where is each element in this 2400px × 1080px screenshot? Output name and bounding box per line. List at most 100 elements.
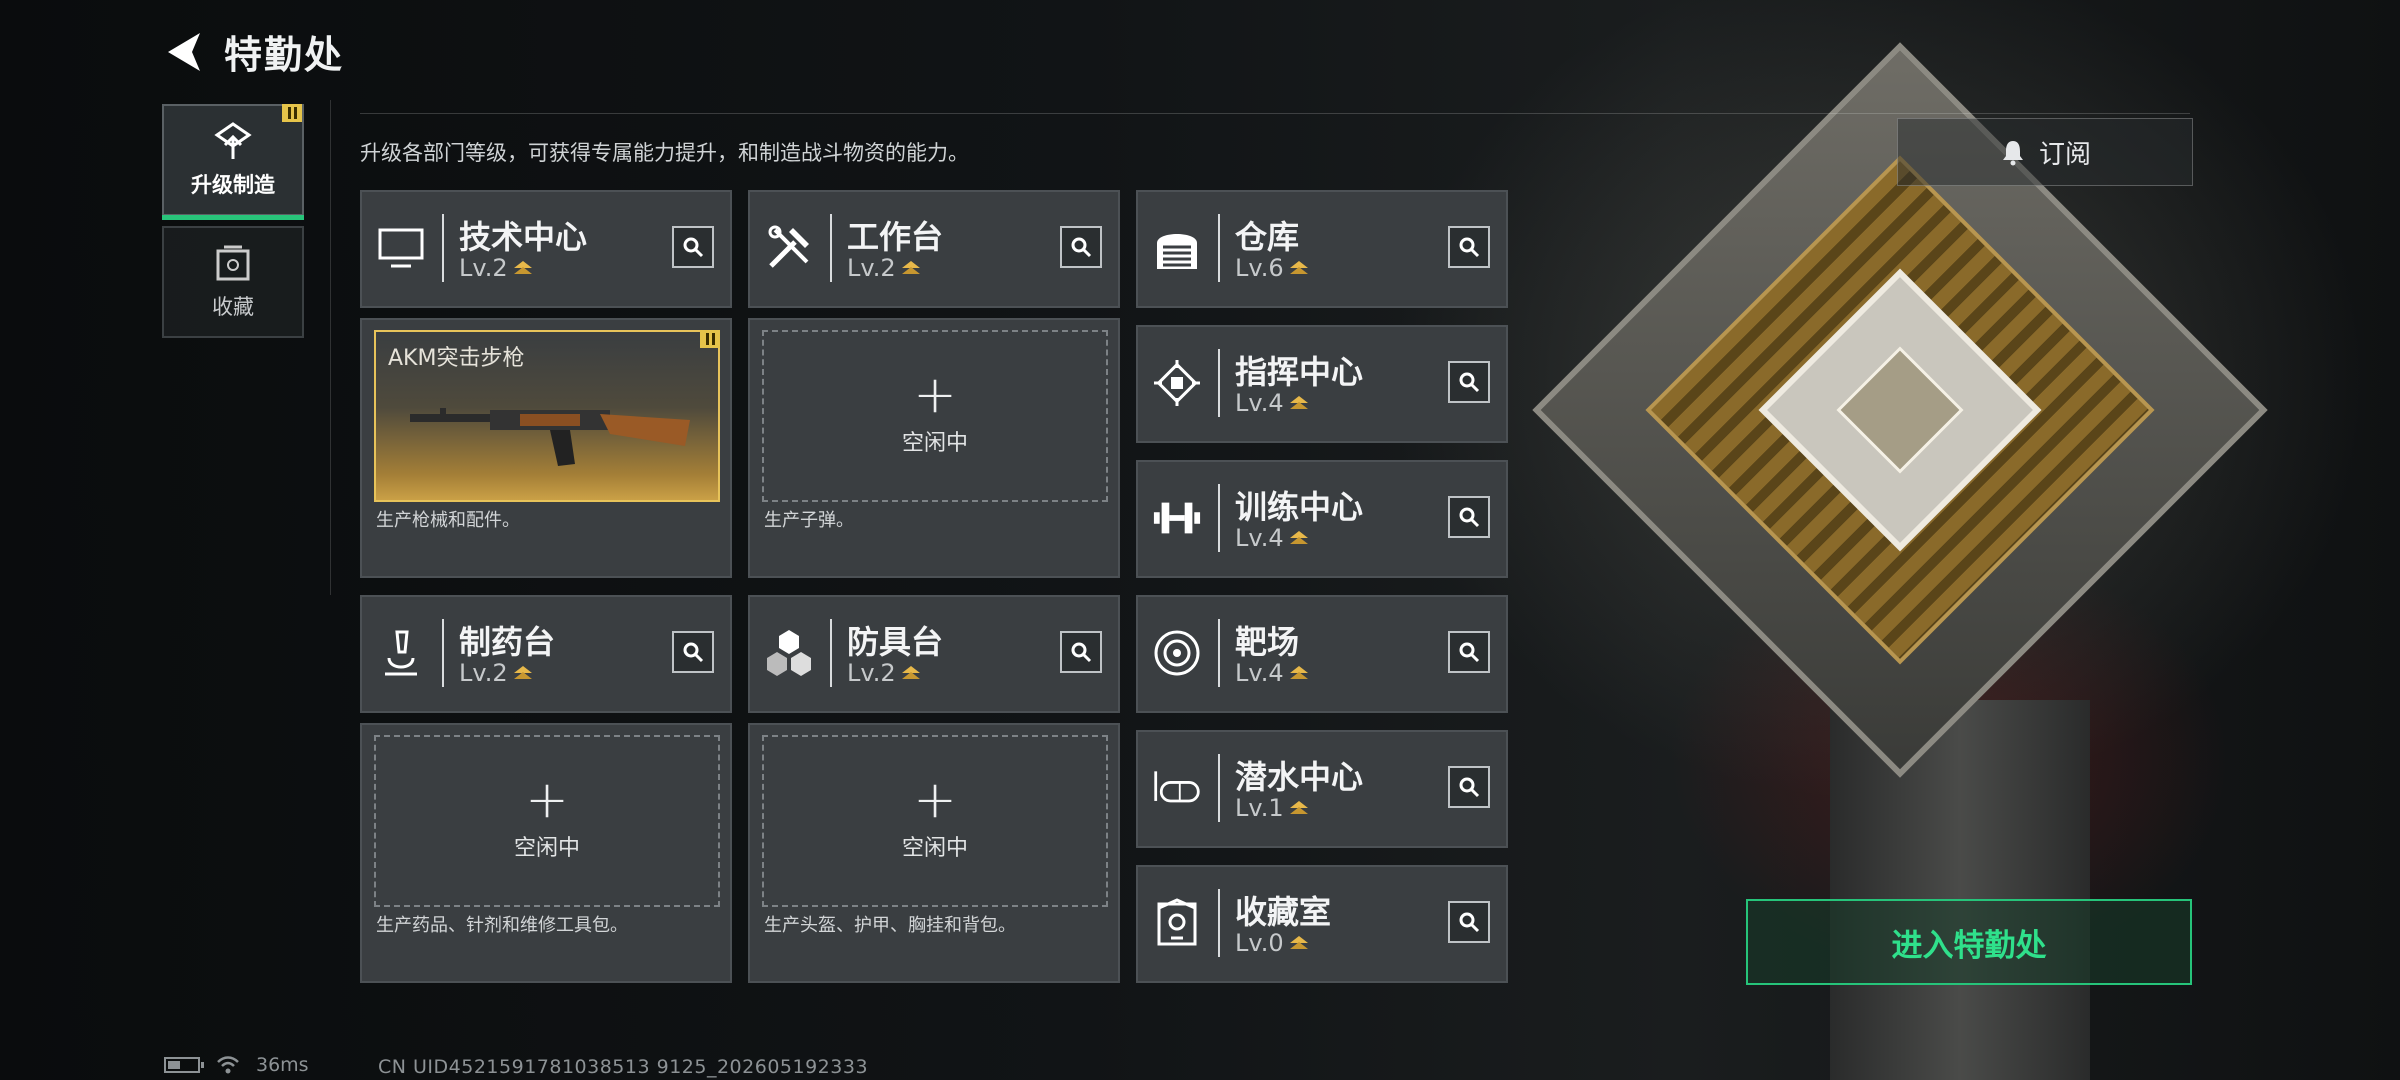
- search-icon: [1459, 372, 1480, 393]
- level-text: Lv.4: [1235, 389, 1284, 417]
- inspect-button[interactable]: [1448, 361, 1490, 403]
- divider: [360, 113, 2190, 114]
- wifi-icon: [217, 1056, 239, 1074]
- separator: [1218, 889, 1220, 957]
- department-name: 工作台: [847, 218, 944, 256]
- status-bar: 36ms: [164, 1054, 309, 1076]
- sidebar-item-label: 升级制造: [191, 173, 275, 197]
- department-card-tech[interactable]: 技术中心 Lv.2: [360, 190, 732, 308]
- level-up-icon: [1289, 666, 1308, 679]
- production-panel-workbench: + 空闲中 生产子弹。: [748, 318, 1120, 578]
- monitor-icon: [376, 218, 426, 278]
- department-level: Lv.1: [1235, 794, 1308, 822]
- department-level: Lv.4: [1235, 389, 1308, 417]
- department-level: Lv.2: [847, 254, 920, 282]
- production-panel-pharmacy: + 空闲中 生产药品、针剂和维修工具包。: [360, 723, 732, 983]
- inspect-button[interactable]: [1448, 631, 1490, 673]
- level-text: Lv.6: [1235, 254, 1284, 282]
- department-desc: 生产头盔、护甲、胸挂和背包。: [764, 915, 1016, 936]
- level-text: Lv.2: [459, 254, 508, 282]
- department-desc: 生产药品、针剂和维修工具包。: [376, 915, 628, 936]
- tools-icon: [764, 218, 814, 278]
- description-text: 升级各部门等级，可获得专属能力提升，和制造战斗物资的能力。: [360, 141, 969, 165]
- upgrade-icon: [214, 122, 252, 159]
- warehouse-icon: [1152, 218, 1202, 278]
- inspect-button[interactable]: [1448, 226, 1490, 268]
- inspect-button[interactable]: [1060, 631, 1102, 673]
- separator: [1218, 349, 1220, 417]
- level-text: Lv.4: [1235, 659, 1284, 687]
- inspect-button[interactable]: [1448, 901, 1490, 943]
- department-desc: 生产子弹。: [764, 510, 854, 531]
- hexagons-icon: [764, 623, 814, 683]
- idle-label: 空闲中: [513, 836, 580, 861]
- microscope-icon: [376, 623, 426, 683]
- department-name: 潜水中心: [1235, 758, 1364, 796]
- production-panel-tech: AKM突击步枪 生产枪械和配件。: [360, 318, 732, 578]
- battery-icon: [164, 1057, 204, 1073]
- subscribe-button[interactable]: 订阅: [1897, 118, 2193, 186]
- department-level: Lv.6: [1235, 254, 1308, 282]
- separator: [1218, 214, 1220, 282]
- department-name: 防具台: [847, 623, 944, 661]
- search-icon: [1459, 777, 1480, 798]
- plus-icon: +: [913, 365, 957, 425]
- level-up-icon: [1289, 531, 1308, 544]
- department-name: 仓库: [1235, 218, 1300, 256]
- level-up-icon: [1289, 936, 1308, 949]
- level-up-icon: [1289, 261, 1308, 274]
- notification-badge: [700, 330, 720, 348]
- collection-icon: [216, 245, 250, 281]
- sidebar-item-label: 收藏: [212, 295, 254, 319]
- department-card-armor[interactable]: 防具台 Lv.2: [748, 595, 1120, 713]
- chip-icon: [1152, 353, 1202, 413]
- production-slot-empty[interactable]: + 空闲中: [374, 735, 720, 907]
- back-arrow-icon: [168, 32, 200, 71]
- level-up-icon: [513, 261, 532, 274]
- search-icon: [1459, 237, 1480, 258]
- department-level: Lv.2: [459, 254, 532, 282]
- department-card-training[interactable]: 训练中心 Lv.4: [1136, 460, 1508, 578]
- sidebar-item-upgrade[interactable]: 升级制造: [162, 104, 304, 220]
- department-level: Lv.4: [1235, 524, 1308, 552]
- department-card-range[interactable]: 靶场 Lv.4: [1136, 595, 1508, 713]
- search-icon: [683, 642, 704, 663]
- sidebar-item-collection[interactable]: 收藏: [162, 226, 304, 338]
- inspect-button[interactable]: [672, 631, 714, 673]
- item-name: AKM突击步枪: [388, 346, 525, 371]
- inspect-button[interactable]: [1448, 496, 1490, 538]
- level-up-icon: [1289, 396, 1308, 409]
- inspect-button[interactable]: [1060, 226, 1102, 268]
- plus-icon: +: [525, 770, 569, 830]
- production-slot-empty[interactable]: + 空闲中: [762, 330, 1108, 502]
- department-name: 训练中心: [1235, 488, 1364, 526]
- notification-badge: [282, 104, 302, 122]
- department-level: Lv.0: [1235, 929, 1308, 957]
- level-up-icon: [1289, 801, 1308, 814]
- inspect-button[interactable]: [672, 226, 714, 268]
- rifle-image: [410, 408, 690, 466]
- dumbbell-icon: [1152, 488, 1202, 548]
- trophy-icon: [1152, 893, 1202, 953]
- back-button[interactable]: 特勤处: [160, 24, 344, 79]
- search-icon: [1459, 507, 1480, 528]
- department-card-pharmacy[interactable]: 制药台 Lv.2: [360, 595, 732, 713]
- department-card-diving[interactable]: 潜水中心 Lv.1: [1136, 730, 1508, 848]
- department-card-warehouse[interactable]: 仓库 Lv.6: [1136, 190, 1508, 308]
- department-card-collection[interactable]: 收藏室 Lv.0: [1136, 865, 1508, 983]
- department-desc: 生产枪械和配件。: [376, 510, 520, 531]
- department-card-workbench[interactable]: 工作台 Lv.2: [748, 190, 1120, 308]
- level-text: Lv.4: [1235, 524, 1284, 552]
- separator: [1218, 619, 1220, 687]
- inspect-button[interactable]: [1448, 766, 1490, 808]
- production-slot-empty[interactable]: + 空闲中: [762, 735, 1108, 907]
- department-name: 指挥中心: [1235, 353, 1364, 391]
- separator: [830, 619, 832, 687]
- production-slot-weapon[interactable]: AKM突击步枪: [374, 330, 720, 502]
- department-card-command[interactable]: 指挥中心 Lv.4: [1136, 325, 1508, 443]
- enter-button[interactable]: 进入特勤处: [1746, 899, 2192, 985]
- level-up-icon: [901, 666, 920, 679]
- level-text: Lv.1: [1235, 794, 1284, 822]
- idle-label: 空闲中: [901, 431, 968, 456]
- separator: [1218, 484, 1220, 552]
